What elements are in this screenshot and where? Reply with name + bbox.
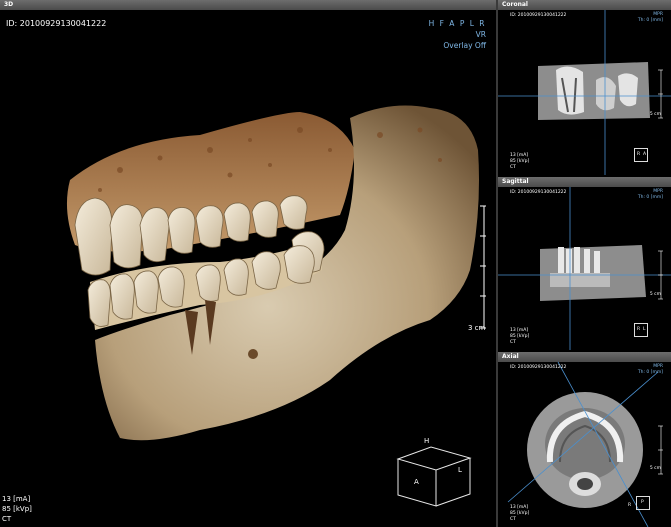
sagittal-scale: 5 cm [649,292,661,297]
axial-orient-right: P [641,500,644,505]
exposure-info: 13 [mA] 85 [kVp] CT [2,494,32,524]
coronal-scale: 5 cm [649,112,661,117]
axial-orient-left: R [628,503,632,508]
axial-orientation-icon: P [636,496,650,510]
coronal-orient-right: A [643,152,647,157]
coronal-info: MPR Th: 0 [mm] [638,12,663,24]
axial-info: MPR Th: 0 [mm] [638,364,663,376]
jaw-3d-render[interactable] [0,0,496,527]
sagittal-thickness[interactable]: Th: 0 [mm] [638,195,663,201]
coronal-exposure-modality: CT [510,165,516,170]
scale-bar [480,205,486,329]
axial-thickness[interactable]: Th: 0 [mm] [638,370,663,376]
exposure-ma: 13 [mA] [2,495,31,503]
scale-label: 3 cm [468,324,486,332]
sagittal-orient-right: L [643,327,646,332]
viewport-coronal[interactable]: Coronal ID: 20100929130041222 MPR Th: 0 … [498,0,671,175]
axial-exposure-modality: CT [510,517,516,522]
cube-label-l: L [458,466,462,474]
coronal-exposure: 13 [mA] 85 [kVp] CT [510,153,529,171]
exposure-modality: CT [2,515,12,523]
sagittal-exposure: 13 [mA] 85 [kVp] CT [510,328,529,346]
viewport-sagittal[interactable]: Sagittal ID: 20100929130041222 MPR Th: 0… [498,177,671,350]
cube-label-a: A [414,478,419,486]
sagittal-orientation-icon: R L [634,323,648,337]
coronal-thickness[interactable]: Th: 0 [mm] [638,18,663,24]
cube-label-h: H [424,437,430,445]
axial-scale: 5 cm [649,466,661,471]
sagittal-id: ID: 20100929130041222 [510,190,567,195]
sagittal-exposure-modality: CT [510,340,516,345]
viewport-info: H F A P L R VR Overlay Off [429,18,486,51]
coronal-orientation-icon: R A [634,148,648,162]
render-mode[interactable]: VR [429,29,486,40]
exposure-kvp: 85 [kVp] [2,505,32,513]
coronal-id: ID: 20100929130041222 [510,13,567,18]
orientation-cube-icon [396,446,472,507]
viewport-axial[interactable]: Axial ID: 20100929130041222 MPR Th: 0 [m… [498,352,671,527]
axial-exposure: 13 [mA] 85 [kVp] CT [510,505,529,523]
coronal-orient-left: R [637,152,641,157]
axial-id: ID: 20100929130041222 [510,365,567,370]
orientation-labels[interactable]: H F A P L R [429,18,486,29]
viewport-3d[interactable]: 3D ID: 20100929130041222 H F A P L R VR … [0,0,496,527]
sagittal-orient-left: R [637,327,641,332]
patient-id: ID: 20100929130041222 [6,19,107,28]
overlay-toggle[interactable]: Overlay Off [429,40,486,51]
sagittal-info: MPR Th: 0 [mm] [638,189,663,201]
